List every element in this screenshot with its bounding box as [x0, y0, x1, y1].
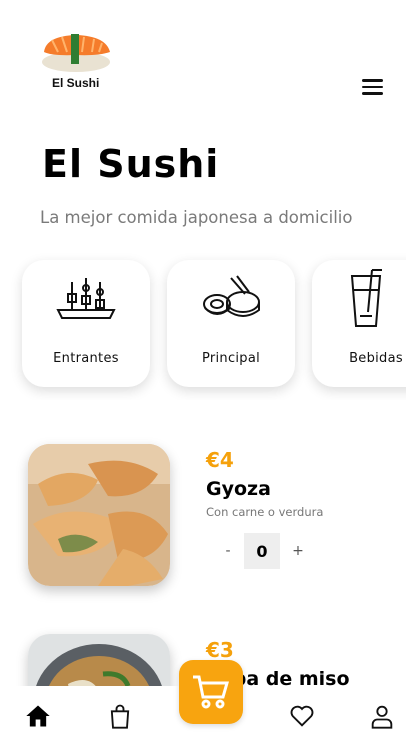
- user-icon[interactable]: [368, 702, 396, 730]
- drink-glass-icon: [350, 269, 382, 327]
- increase-button[interactable]: +: [288, 543, 308, 559]
- decrease-button[interactable]: -: [218, 543, 238, 559]
- category-label: Entrantes: [53, 351, 119, 366]
- heart-icon[interactable]: [288, 702, 316, 730]
- quantity-value: 0: [244, 533, 280, 569]
- category-carousel[interactable]: Entrantes Principal Bebidas: [0, 250, 406, 400]
- category-label: Bebidas: [349, 351, 403, 366]
- category-card-bebidas[interactable]: Bebidas: [312, 260, 406, 387]
- hamburger-icon[interactable]: [362, 76, 388, 98]
- product-name: Gyoza: [206, 478, 271, 500]
- cart-icon: [193, 675, 229, 709]
- category-label: Principal: [201, 351, 261, 366]
- quantity-stepper: - 0 +: [218, 533, 308, 569]
- cart-button[interactable]: [179, 660, 243, 724]
- product-price: €3: [206, 638, 234, 662]
- bag-icon[interactable]: [106, 702, 134, 730]
- page-subtitle: La mejor comida japonesa a domicilio: [40, 208, 353, 227]
- sushi-roll-icon: [203, 275, 260, 317]
- home-icon[interactable]: [24, 702, 52, 730]
- category-card-principal[interactable]: Principal: [167, 260, 295, 387]
- logo-text: El Sushi: [52, 76, 100, 90]
- category-card-entrantes[interactable]: Entrantes: [22, 260, 150, 387]
- product-description: Con carne o verdura: [206, 505, 324, 519]
- skewers-icon: [56, 278, 116, 319]
- page-title: El Sushi: [42, 142, 220, 186]
- product-image[interactable]: [28, 444, 170, 586]
- product-price: €4: [206, 448, 234, 472]
- brand-logo[interactable]: El Sushi: [38, 30, 114, 92]
